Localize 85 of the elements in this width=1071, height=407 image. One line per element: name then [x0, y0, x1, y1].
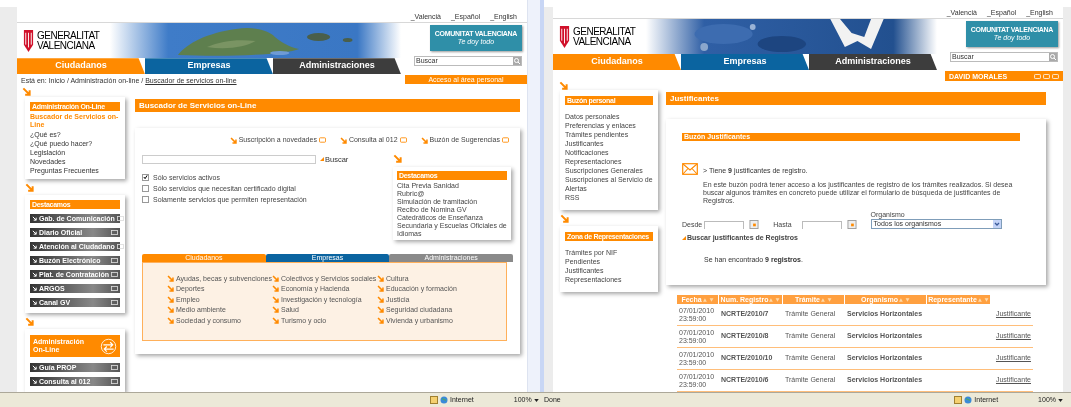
arrow-icon [167, 295, 174, 303]
arrow-icon [32, 258, 37, 263]
date-field[interactable] [704, 221, 745, 229]
calendar-icon[interactable] [749, 220, 760, 229]
arrow-icon [377, 295, 384, 303]
arrow-icon [25, 316, 34, 326]
arrow-icon [272, 295, 279, 303]
triangle-icon [682, 236, 686, 241]
arrow-icon [272, 274, 279, 282]
nav-tab[interactable]: Administraciones [809, 54, 937, 70]
small-icon [111, 272, 118, 277]
small-icon [111, 379, 118, 384]
small-icon [116, 244, 124, 249]
arrow-icon [393, 153, 402, 163]
search-field[interactable] [142, 154, 316, 164]
arrow-icon [32, 230, 37, 235]
date-field[interactable] [801, 221, 842, 229]
arrow-icon [377, 316, 384, 324]
arrow-icon [32, 244, 37, 249]
crest-icon [559, 23, 570, 50]
arrow-icon [377, 274, 384, 282]
checkbox[interactable] [142, 184, 149, 192]
arrow-icon [32, 300, 37, 305]
logo-line: VALENCIANA [573, 36, 632, 47]
arrow-icon [167, 306, 174, 313]
arrow-icon [559, 81, 568, 90]
arrow-icon [229, 136, 237, 144]
page-title: Buscador de Servicios on-Line [135, 99, 520, 112]
sort-icon[interactable] [769, 297, 781, 302]
nav-tab[interactable]: Empresas [145, 58, 273, 75]
small-icon [111, 300, 118, 305]
arrow-icon [32, 379, 37, 384]
sort-icon[interactable] [898, 297, 910, 302]
link-icon [502, 137, 509, 144]
logo-line: VALENCIANA [37, 40, 96, 51]
arrow-icon [272, 285, 279, 292]
sort-icon[interactable] [977, 297, 989, 302]
small-icon [111, 230, 118, 235]
arrow-icon [339, 136, 347, 144]
checkbox[interactable] [142, 195, 149, 203]
arrow-icon [167, 285, 174, 292]
sort-icon[interactable] [820, 297, 832, 302]
arrow-icon [32, 272, 37, 277]
small-icon [116, 216, 124, 221]
arrow-icon [272, 306, 279, 313]
small-icon [111, 258, 118, 263]
checkbox[interactable] [142, 173, 149, 181]
arrow-icon [22, 87, 31, 97]
arrow-icon [377, 285, 384, 292]
exchange-icon [100, 337, 117, 355]
page-title: Justificantes [666, 92, 1046, 105]
sort-icon[interactable] [702, 297, 714, 302]
small-icon [111, 365, 118, 370]
search-icon[interactable] [1049, 53, 1057, 61]
lock-icon [954, 396, 963, 404]
arrow-icon [420, 136, 428, 144]
arrow-icon [167, 316, 174, 324]
crest-icon [23, 27, 34, 54]
caret-icon [1058, 398, 1063, 402]
envelope-icon [682, 163, 698, 175]
arrow-icon [272, 316, 279, 324]
scrollbar[interactable] [527, 0, 540, 392]
arrow-icon [32, 365, 37, 370]
arrow-icon [25, 182, 34, 192]
logo-line: GENERALITAT [37, 30, 101, 41]
link-icon [318, 137, 326, 144]
link-icon [399, 137, 407, 144]
dropdown-icon[interactable] [992, 220, 1001, 228]
small-icon [111, 286, 118, 291]
caret-icon [533, 398, 539, 402]
globe-icon [964, 396, 973, 404]
search-icon[interactable] [513, 57, 521, 66]
lock-icon [430, 396, 438, 404]
arrow-icon [167, 274, 174, 282]
logo-line: GENERALITAT [573, 26, 637, 37]
arrow-icon [32, 286, 37, 291]
arrow-icon [560, 213, 569, 223]
arrow-icon [32, 216, 37, 221]
arrow-icon [377, 306, 384, 313]
calendar-icon[interactable] [846, 220, 857, 229]
scrollbar[interactable] [540, 0, 544, 392]
triangle-icon [320, 157, 324, 162]
nav-tab[interactable]: Administraciones [273, 58, 401, 75]
nav-tab[interactable]: Empresas [681, 54, 809, 70]
globe-icon [440, 396, 448, 404]
